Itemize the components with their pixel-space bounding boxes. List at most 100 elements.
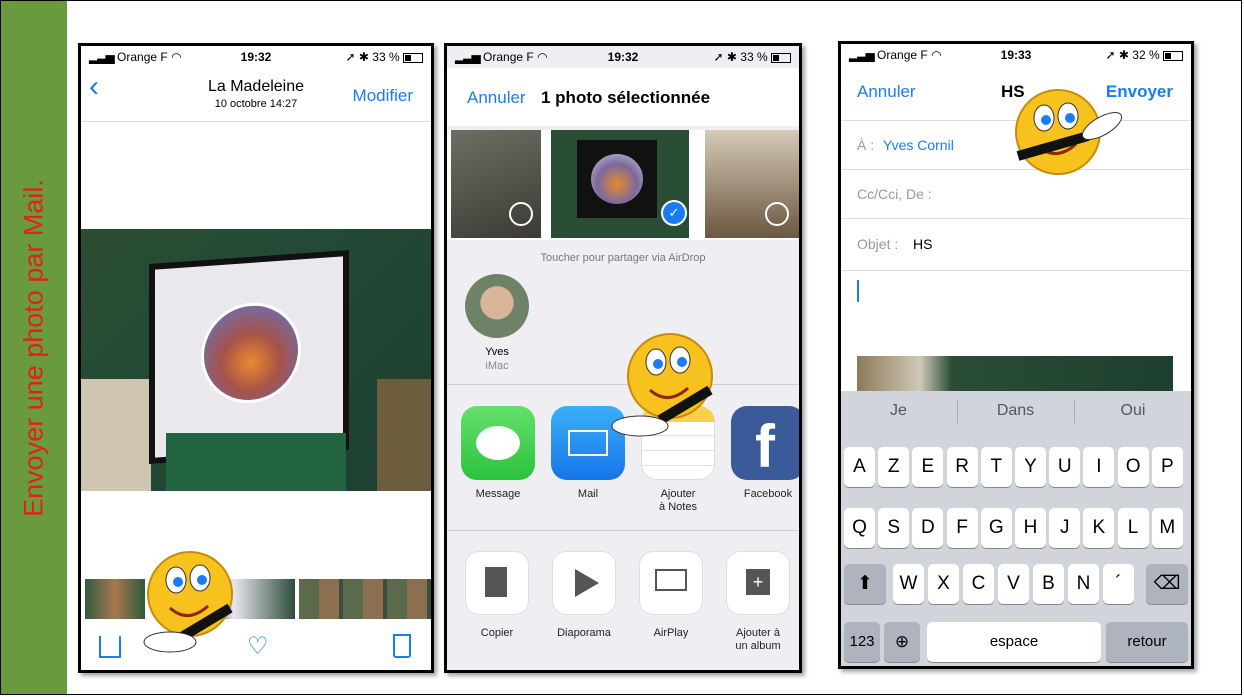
app-label: Message bbox=[475, 488, 521, 500]
action-label: Ajouter à un album bbox=[735, 627, 781, 652]
wall-shelf bbox=[81, 379, 151, 491]
backspace-key[interactable]: ⌫ bbox=[1146, 564, 1188, 604]
letter-key[interactable]: L bbox=[1117, 508, 1149, 548]
letter-key[interactable]: K bbox=[1083, 508, 1115, 548]
checkmark-icon: ✓ bbox=[661, 200, 687, 226]
subject-value: HS bbox=[913, 236, 933, 252]
status-bar: ▂▃▅ Orange F ◠ 19:32 ➚ ✱ 33 % bbox=[447, 46, 799, 68]
battery-percent: 33 % bbox=[740, 50, 768, 64]
letter-key[interactable]: W bbox=[893, 564, 924, 604]
key-row-3: W X C V B N ´ bbox=[893, 564, 1139, 604]
add-album-icon: + bbox=[746, 569, 770, 595]
action-row: + Copier Diaporama AirPlay Ajouter à un … bbox=[465, 551, 799, 670]
letter-key[interactable]: O bbox=[1117, 447, 1149, 487]
cc-label: Cc/Cci, De : bbox=[857, 186, 932, 202]
slideshow-button[interactable] bbox=[552, 551, 616, 615]
location-icon: ➚ bbox=[713, 50, 724, 64]
battery-percent: 32 % bbox=[1132, 48, 1160, 62]
letter-key[interactable]: D bbox=[912, 508, 944, 548]
bluetooth-icon: ✱ bbox=[1118, 48, 1129, 62]
airplay-button[interactable] bbox=[639, 551, 703, 615]
airdrop-hint: Toucher pour partager via AirDrop bbox=[540, 252, 706, 264]
battery-percent: 33 % bbox=[372, 50, 400, 64]
airdrop-contact-name: Yves bbox=[485, 346, 509, 358]
suggestion[interactable]: Dans bbox=[958, 402, 1073, 420]
action-label: Copier bbox=[480, 627, 514, 639]
letter-key[interactable]: N bbox=[1068, 564, 1099, 604]
key-row-2: QSDFGHJKLM bbox=[844, 508, 1188, 548]
letter-key[interactable]: I bbox=[1083, 447, 1115, 487]
photo-option-selected[interactable]: ✓ bbox=[551, 130, 689, 238]
cancel-button[interactable]: Annuler bbox=[857, 82, 916, 102]
letter-key[interactable]: B bbox=[1033, 564, 1064, 604]
letter-key[interactable]: T bbox=[980, 447, 1012, 487]
letter-key[interactable]: V bbox=[998, 564, 1029, 604]
photo-option[interactable] bbox=[451, 130, 541, 238]
body-cursor[interactable] bbox=[857, 280, 859, 302]
add-album-button[interactable]: + bbox=[726, 551, 790, 615]
pointing-smiley-icon bbox=[611, 333, 713, 437]
facebook-app-button[interactable]: f bbox=[731, 406, 799, 480]
airplay-icon bbox=[655, 569, 687, 591]
message-app-button[interactable] bbox=[461, 406, 535, 480]
trash-icon[interactable] bbox=[393, 634, 411, 658]
play-icon bbox=[575, 569, 599, 597]
suggestion[interactable]: Je bbox=[841, 402, 956, 420]
recipient-chip[interactable]: Yves Cornil bbox=[883, 137, 954, 153]
battery-icon bbox=[403, 52, 423, 63]
edit-button[interactable]: Modifier bbox=[353, 86, 413, 106]
cancel-button[interactable]: Annuler bbox=[467, 88, 526, 108]
app-label: Facebook bbox=[743, 488, 793, 500]
bluetooth-icon: ✱ bbox=[358, 50, 369, 64]
avatar[interactable] bbox=[465, 274, 529, 338]
numbers-key[interactable]: 123 bbox=[844, 622, 880, 662]
return-key[interactable]: retour bbox=[1106, 622, 1188, 662]
shift-key[interactable]: ⬆ bbox=[844, 564, 886, 604]
nav-divider bbox=[81, 121, 431, 122]
key-row-1: AZERTYUIOP bbox=[844, 447, 1188, 487]
keyboard: Je Dans Oui AZERTYUIOP QSDFGHJKLM ⬆ WXCV… bbox=[841, 391, 1191, 666]
letter-key[interactable]: X bbox=[928, 564, 959, 604]
share-icon[interactable] bbox=[99, 636, 121, 658]
airdrop-contact-device: iMac bbox=[485, 360, 509, 372]
app-label: Mail bbox=[577, 488, 599, 500]
divider bbox=[447, 530, 799, 531]
letter-key[interactable]: R bbox=[946, 447, 978, 487]
letter-key[interactable]: E bbox=[912, 447, 944, 487]
main-photo bbox=[81, 229, 431, 491]
battery-icon bbox=[771, 52, 791, 63]
globe-icon[interactable]: ⊕ bbox=[884, 622, 920, 662]
letter-key[interactable]: Q bbox=[844, 508, 875, 548]
letter-key[interactable]: M bbox=[1151, 508, 1183, 548]
copy-button[interactable] bbox=[465, 551, 529, 615]
letter-key[interactable]: ´ bbox=[1103, 564, 1134, 604]
letter-key[interactable]: A bbox=[844, 447, 875, 487]
letter-key[interactable]: H bbox=[1015, 508, 1046, 548]
letter-key[interactable]: F bbox=[946, 508, 978, 548]
action-label: Diaporama bbox=[557, 627, 611, 639]
photo-option[interactable] bbox=[705, 130, 799, 238]
letter-key[interactable]: J bbox=[1049, 508, 1081, 548]
heart-icon[interactable]: ♡ bbox=[247, 632, 269, 661]
facebook-icon: f bbox=[755, 413, 775, 480]
tv-screen bbox=[149, 250, 349, 464]
letter-key[interactable]: P bbox=[1151, 447, 1183, 487]
photo-picker[interactable]: ✓ bbox=[447, 130, 799, 240]
letter-key[interactable]: U bbox=[1049, 447, 1081, 487]
letter-key[interactable]: Y bbox=[1015, 447, 1046, 487]
attached-photo bbox=[857, 356, 1173, 396]
letter-key[interactable]: Z bbox=[878, 447, 910, 487]
suggestion-bar: Je Dans Oui bbox=[841, 391, 1191, 431]
location-icon: ➚ bbox=[1105, 48, 1116, 62]
letter-key[interactable]: G bbox=[980, 508, 1012, 548]
space-key[interactable]: espace bbox=[927, 622, 1101, 662]
coat bbox=[377, 379, 431, 491]
subject-field[interactable]: Objet : HS bbox=[841, 218, 1191, 271]
status-bar: ▂▃▅ Orange F ◠ 19:32 ➚ ✱ 33 % bbox=[81, 46, 431, 68]
share-title: 1 photo sélectionnée bbox=[541, 88, 711, 107]
letter-key[interactable]: C bbox=[963, 564, 994, 604]
app-label: Ajouter à Notes bbox=[659, 488, 697, 513]
suggestion[interactable]: Oui bbox=[1075, 402, 1191, 420]
to-label: À : bbox=[857, 137, 875, 153]
letter-key[interactable]: S bbox=[878, 508, 910, 548]
